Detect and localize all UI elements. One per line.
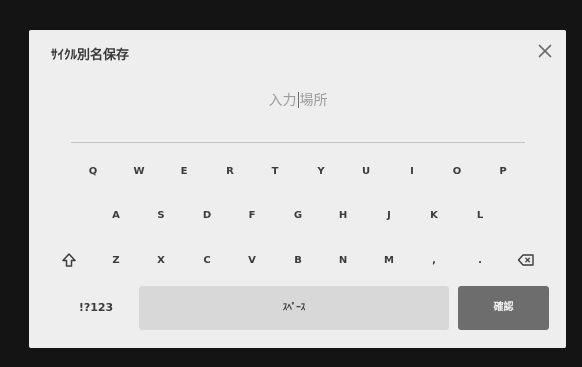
key-period[interactable]: . — [462, 246, 498, 276]
symbols-key[interactable]: !?123 — [63, 286, 129, 330]
key-k[interactable]: K — [416, 201, 452, 231]
key-r[interactable]: R — [212, 157, 248, 187]
close-icon — [538, 44, 552, 58]
placeholder-right: 場所 — [299, 93, 328, 109]
key-g[interactable]: G — [280, 201, 316, 231]
dialog-title: ｻｲｸﾙ別名保存 — [51, 48, 130, 63]
key-l[interactable]: L — [462, 201, 498, 231]
key-comma[interactable]: , — [416, 246, 452, 276]
device-bezel: ｻｲｸﾙ別名保存 入力 場所 Q W E R T Y U I O P A S D … — [0, 0, 582, 367]
placeholder-left: 入力 — [268, 93, 297, 109]
key-f[interactable]: F — [234, 201, 270, 231]
key-a[interactable]: A — [98, 201, 134, 231]
input-placeholder: 入力 場所 — [71, 90, 525, 110]
shift-key[interactable] — [51, 246, 87, 276]
rename-dialog: ｻｲｸﾙ別名保存 入力 場所 Q W E R T Y U I O P A S D … — [29, 30, 566, 348]
close-button[interactable] — [534, 40, 556, 62]
key-c[interactable]: C — [189, 246, 225, 276]
key-x[interactable]: X — [143, 246, 179, 276]
confirm-button[interactable]: 確認 — [458, 286, 549, 330]
key-b[interactable]: B — [280, 246, 316, 276]
key-v[interactable]: V — [234, 246, 270, 276]
key-y[interactable]: Y — [303, 157, 339, 187]
key-e[interactable]: E — [166, 157, 202, 187]
backspace-key[interactable] — [508, 246, 544, 276]
key-m[interactable]: M — [371, 246, 407, 276]
space-key[interactable]: ｽﾍﾟｰｽ — [139, 286, 449, 330]
name-input[interactable]: 入力 場所 — [71, 80, 525, 143]
key-s[interactable]: S — [143, 201, 179, 231]
key-q[interactable]: Q — [75, 157, 111, 187]
key-d[interactable]: D — [189, 201, 225, 231]
key-z[interactable]: Z — [98, 246, 134, 276]
key-t[interactable]: T — [257, 157, 293, 187]
key-w[interactable]: W — [121, 157, 157, 187]
text-caret — [297, 92, 299, 108]
shift-icon — [62, 253, 76, 267]
key-o[interactable]: O — [439, 157, 475, 187]
key-n[interactable]: N — [325, 246, 361, 276]
key-h[interactable]: H — [325, 201, 361, 231]
key-j[interactable]: J — [371, 201, 407, 231]
key-i[interactable]: I — [394, 157, 430, 187]
backspace-icon — [517, 254, 534, 266]
key-u[interactable]: U — [348, 157, 384, 187]
key-p[interactable]: P — [485, 157, 521, 187]
